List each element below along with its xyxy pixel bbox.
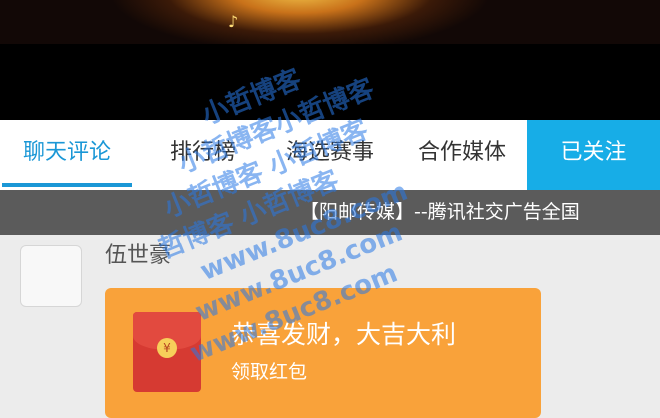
- tab-partner-media[interactable]: 合作媒体: [402, 120, 522, 190]
- video-area: [0, 44, 660, 120]
- announcement-marquee: 【阳邮传媒】--腾讯社交广告全国: [0, 190, 660, 235]
- tab-bar: 聊天评论 排行榜 海选赛事 合作媒体 已关注: [0, 120, 660, 190]
- active-tab-indicator: [2, 183, 132, 187]
- red-packet-subtitle: 领取红包: [231, 361, 308, 383]
- red-packet-card[interactable]: ¥ 恭喜发财，大吉大利 领取红包: [105, 288, 541, 418]
- sender-name: 伍世豪: [105, 243, 172, 268]
- tab-audition-contest[interactable]: 海选赛事: [270, 120, 390, 190]
- tab-ranking[interactable]: 排行榜: [148, 120, 258, 190]
- red-packet-title: 恭喜发财，大吉大利: [231, 320, 457, 349]
- tab-chat-comments[interactable]: 聊天评论: [2, 120, 132, 190]
- hero-banner-image: ♪: [0, 0, 660, 44]
- coin-icon: ¥: [157, 338, 177, 358]
- marquee-text: 【阳邮传媒】--腾讯社交广告全国: [300, 201, 580, 223]
- red-envelope-icon: ¥: [133, 312, 201, 392]
- follow-button[interactable]: 已关注: [527, 120, 660, 190]
- avatar[interactable]: [20, 245, 82, 307]
- music-note-icon: ♪: [228, 12, 239, 31]
